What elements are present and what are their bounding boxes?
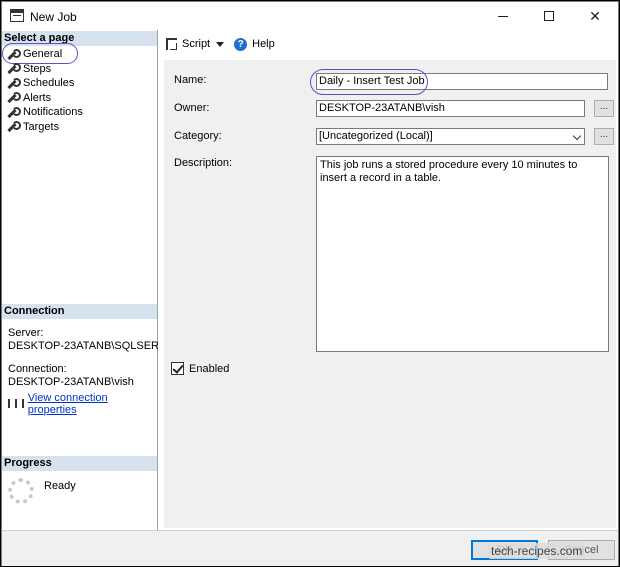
title-bar: New Job ✕	[2, 2, 618, 30]
minimize-icon	[498, 15, 508, 17]
page-item-targets[interactable]: Targets	[6, 120, 83, 135]
close-button[interactable]: ✕	[572, 2, 618, 30]
description-label: Description:	[174, 157, 233, 169]
owner-input[interactable]: DESKTOP-23ATANB\vish	[316, 100, 585, 117]
page-item-general[interactable]: General	[6, 47, 83, 62]
server-label: Server:	[8, 327, 44, 339]
category-browse-button[interactable]: ...	[594, 128, 614, 145]
connection-header: Connection	[2, 304, 157, 319]
view-connection-row: View connection properties	[8, 392, 157, 416]
owner-label: Owner:	[174, 102, 210, 114]
window-title: New Job	[30, 10, 77, 24]
connection-properties-icon	[8, 398, 24, 410]
left-pane: Select a page General Steps Schedules Al…	[2, 30, 173, 530]
enabled-checkbox[interactable]	[171, 362, 184, 375]
page-item-label: General	[23, 48, 63, 61]
wrench-icon	[6, 92, 21, 103]
page-list: General Steps Schedules Alerts Notificat…	[6, 47, 83, 134]
help-button[interactable]: Help	[252, 38, 275, 50]
page-item-label: Schedules	[23, 77, 75, 90]
help-icon[interactable]: ?	[234, 37, 248, 51]
owner-browse-button[interactable]: ...	[594, 100, 614, 117]
right-pane: Script ? Help Name: Daily - Insert Test …	[158, 30, 618, 530]
progress-header: Progress	[2, 456, 157, 471]
page-item-label: Alerts	[23, 91, 52, 104]
progress-status: Ready	[44, 480, 76, 492]
page-item-steps[interactable]: Steps	[6, 62, 83, 77]
close-icon: ✕	[589, 7, 601, 24]
dropdown-arrow-icon	[572, 131, 582, 141]
view-connection-properties-link[interactable]: View connection properties	[28, 392, 157, 416]
page-item-schedules[interactable]: Schedules	[6, 76, 83, 91]
watermark: tech-recipes.com	[488, 543, 586, 559]
page-item-notifications[interactable]: Notifications	[6, 105, 83, 120]
wrench-icon	[6, 63, 21, 74]
enabled-row[interactable]: Enabled	[171, 362, 229, 375]
script-button[interactable]: Script	[182, 38, 210, 50]
category-select[interactable]: [Uncategorized (Local)]	[316, 128, 585, 145]
wrench-icon	[6, 106, 21, 118]
maximize-icon	[544, 11, 554, 21]
minimize-button[interactable]	[480, 2, 526, 30]
connection-label: Connection:	[8, 363, 67, 375]
wrench-icon	[6, 48, 21, 60]
wrench-icon	[6, 77, 21, 89]
category-label: Category:	[174, 130, 222, 142]
enabled-label: Enabled	[189, 362, 230, 375]
connection-info: Server: DESKTOP-23ATANB\SQLSERVE Connect…	[8, 327, 173, 389]
server-value: DESKTOP-23ATANB\SQLSERVE	[8, 340, 174, 352]
general-form: Name: Daily - Insert Test Job Owner: DES…	[164, 60, 616, 528]
progress-status-row: Ready	[8, 478, 76, 504]
page-item-label: Notifications	[23, 106, 83, 119]
script-icon[interactable]	[166, 38, 177, 50]
page-item-label: Steps	[23, 62, 52, 75]
page-item-label: Targets	[23, 120, 60, 133]
chevron-down-icon[interactable]	[216, 41, 225, 47]
name-label: Name:	[174, 74, 207, 86]
category-selected-value: [Uncategorized (Local)]	[319, 130, 433, 142]
toolbar: Script ? Help	[158, 30, 618, 58]
description-textarea[interactable]: This job runs a stored procedure every 1…	[316, 156, 609, 352]
connection-value: DESKTOP-23ATANB\vish	[8, 376, 134, 388]
name-highlight-oval	[310, 69, 428, 95]
window-app-icon	[10, 9, 24, 22]
page-item-alerts[interactable]: Alerts	[6, 91, 83, 106]
progress-spinner-icon	[8, 478, 34, 504]
maximize-button[interactable]	[526, 2, 572, 30]
new-job-window: New Job ✕ Select a page General Steps Sc…	[1, 1, 619, 566]
wrench-icon	[6, 121, 21, 132]
